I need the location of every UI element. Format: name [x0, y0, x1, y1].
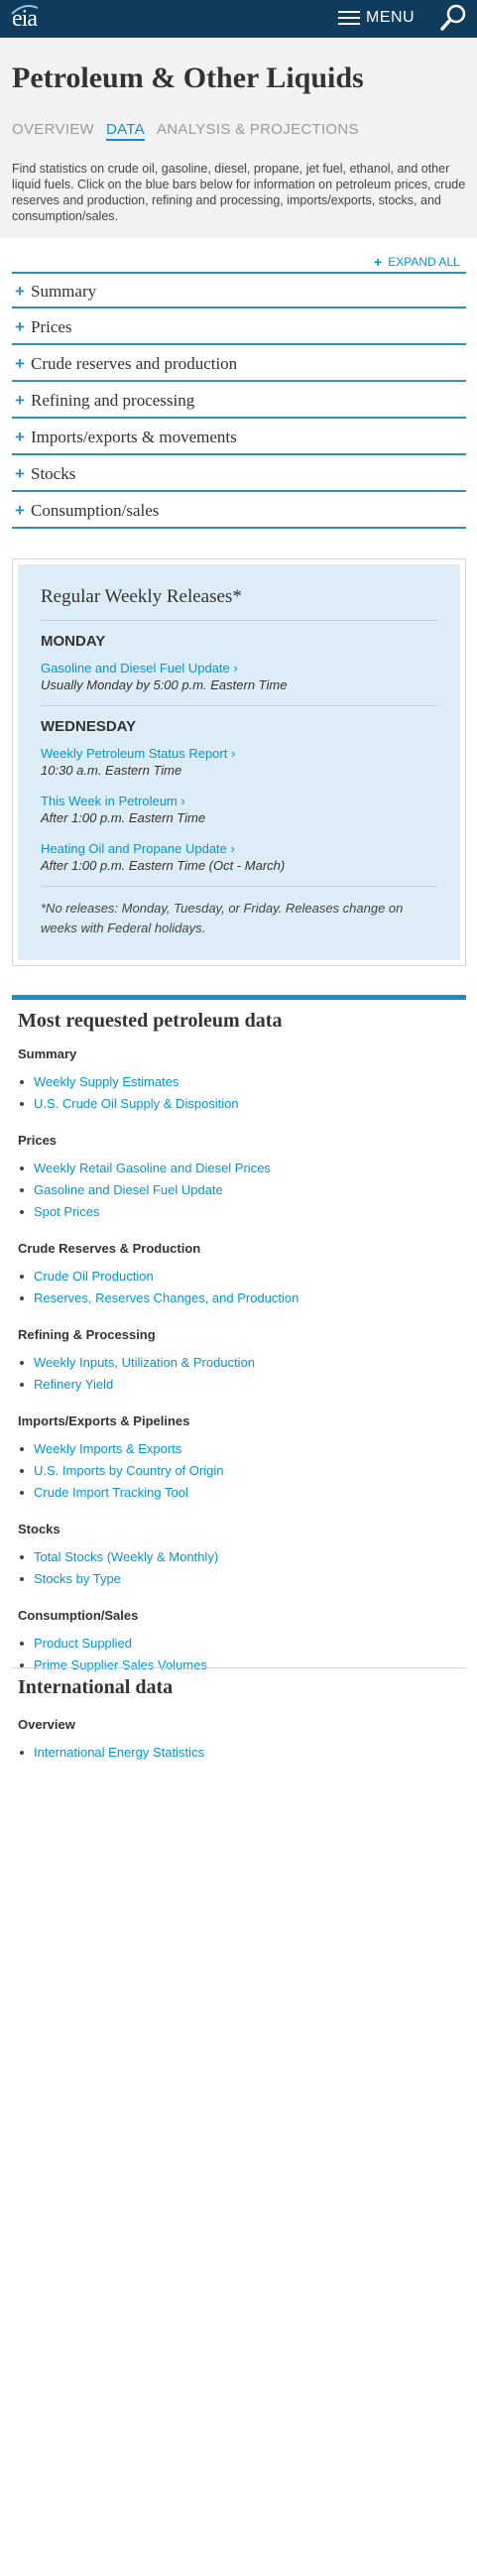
release-time: 10:30 a.m. Eastern Time	[41, 763, 182, 778]
data-link[interactable]: Weekly Inputs, Utilization & Production	[18, 1352, 464, 1374]
accordion-stocks[interactable]: + Stocks	[12, 455, 466, 492]
plus-icon: +	[15, 316, 25, 336]
data-link[interactable]: Spot Prices	[18, 1201, 464, 1223]
group-heading: Consumption/Sales	[18, 1608, 139, 1623]
data-link[interactable]: Total Stocks (Weekly & Monthly)	[18, 1546, 464, 1568]
accordion-consumption[interactable]: + Consumption/sales	[12, 492, 466, 529]
accordion-refining[interactable]: + Refining and processing	[12, 382, 466, 419]
data-link[interactable]: Weekly Imports & Exports	[18, 1438, 464, 1460]
release-time: After 1:00 p.m. Eastern Time	[41, 810, 206, 825]
topic-accordion: + Summary + Prices + Crude reserves and …	[12, 272, 466, 529]
weekly-releases-box: Regular Weekly Releases* MONDAY Gasoline…	[12, 558, 466, 966]
link-list: Weekly Supply Estimates U.S. Crude Oil S…	[18, 1071, 464, 1115]
data-link[interactable]: Stocks by Type	[18, 1568, 464, 1590]
menu-label: MENU	[366, 9, 416, 26]
most-requested-title: Most requested petroleum data	[18, 1010, 283, 1032]
accordion-label: Stocks	[31, 463, 76, 483]
menu-button[interactable]: MENU	[338, 9, 415, 27]
accordion-imports-exports[interactable]: + Imports/exports & movements	[12, 419, 466, 455]
releases-note: *No releases: Monday, Tuesday, or Friday…	[41, 901, 404, 935]
data-link[interactable]: U.S. Crude Oil Supply & Disposition	[18, 1093, 464, 1115]
link-list: International Energy Statistics	[18, 1742, 464, 1764]
data-link[interactable]: Reserves, Reserves Changes, and Producti…	[18, 1288, 464, 1309]
release-link[interactable]: This Week in Petroleum ›	[41, 793, 437, 809]
plus-icon: +	[15, 353, 25, 373]
day-heading: MONDAY	[41, 633, 106, 650]
link-list: Product Supplied Prime Supplier Sales Vo…	[18, 1633, 464, 1676]
link-list: Total Stocks (Weekly & Monthly) Stocks b…	[18, 1546, 464, 1590]
release-link[interactable]: Heating Oil and Propane Update ›	[41, 840, 437, 857]
divider	[41, 620, 437, 621]
page-title: Petroleum & Other Liquids	[12, 61, 364, 94]
accordion-summary[interactable]: + Summary	[12, 272, 466, 308]
release-time: After 1:00 p.m. Eastern Time (Oct - Marc…	[41, 858, 286, 873]
accordion-label: Prices	[31, 316, 72, 336]
accordion-label: Summary	[31, 281, 97, 301]
accordion-crude-reserves[interactable]: + Crude reserves and production	[12, 345, 466, 382]
intro-text: Find statistics on crude oil, gasoline, …	[12, 162, 466, 223]
release-link[interactable]: Gasoline and Diesel Fuel Update ›	[41, 660, 437, 676]
release-time: Usually Monday by 5:00 p.m. Eastern Time	[41, 677, 288, 692]
accordion-label: Consumption/sales	[31, 500, 160, 520]
accordion-label: Crude reserves and production	[31, 353, 238, 373]
group-heading: Prices	[18, 1133, 58, 1148]
group-heading: Refining & Processing	[18, 1327, 156, 1342]
data-link[interactable]: U.S. Imports by Country of Origin	[18, 1460, 464, 1482]
data-link[interactable]: Refinery Yield	[18, 1374, 464, 1396]
link-list: Weekly Retail Gasoline and Diesel Prices…	[18, 1158, 464, 1223]
data-link[interactable]: Prime Supplier Sales Volumes	[18, 1655, 464, 1676]
eia-logo[interactable]: eia	[11, 5, 39, 33]
tab-data[interactable]: DATA	[105, 121, 145, 141]
plus-icon: +	[15, 500, 25, 520]
data-link[interactable]: Weekly Retail Gasoline and Diesel Prices	[18, 1158, 464, 1179]
section-tabs: OVERVIEW DATA ANALYSIS & PROJECTIONS	[12, 121, 371, 141]
plus-icon: +	[15, 390, 25, 410]
group-heading: Summary	[18, 1046, 77, 1061]
data-link[interactable]: Crude Oil Production	[18, 1266, 464, 1288]
search-icon[interactable]	[436, 2, 470, 34]
expand-all-label: EXPAND ALL	[388, 255, 460, 269]
data-link[interactable]: Crude Import Tracking Tool	[18, 1482, 464, 1504]
weekly-releases-panel: Regular Weekly Releases* MONDAY Gasoline…	[18, 564, 460, 960]
accordion-label: Imports/exports & movements	[31, 427, 237, 446]
section-divider	[12, 1667, 466, 1668]
international-section: International data Overview Internationa…	[18, 1676, 464, 1764]
hamburger-icon	[338, 10, 360, 26]
expand-all-button[interactable]: + EXPAND ALL	[374, 254, 460, 270]
plus-icon: +	[15, 281, 25, 301]
data-link[interactable]: Weekly Supply Estimates	[18, 1071, 464, 1093]
logo-swoosh-icon	[11, 5, 39, 15]
link-list: Weekly Inputs, Utilization & Production …	[18, 1352, 464, 1396]
tab-overview[interactable]: OVERVIEW	[12, 121, 94, 141]
international-title: International data	[18, 1676, 174, 1698]
data-link[interactable]: Product Supplied	[18, 1633, 464, 1655]
link-list: Crude Oil Production Reserves, Reserves …	[18, 1266, 464, 1309]
group-heading: Imports/Exports & Pipelines	[18, 1413, 190, 1428]
section-divider-bar	[12, 995, 466, 1000]
weekly-releases-title: Regular Weekly Releases*	[41, 586, 242, 607]
divider	[41, 886, 437, 887]
data-link[interactable]: Gasoline and Diesel Fuel Update	[18, 1179, 464, 1201]
release-link[interactable]: Weekly Petroleum Status Report ›	[41, 745, 437, 762]
accordion-prices[interactable]: + Prices	[12, 308, 466, 345]
accordion-label: Refining and processing	[31, 390, 195, 410]
most-requested-section: Most requested petroleum data Summary We…	[18, 1010, 464, 1676]
top-nav-bar: eia MENU	[0, 0, 477, 38]
plus-icon: +	[15, 427, 25, 446]
link-list: Weekly Imports & Exports U.S. Imports by…	[18, 1438, 464, 1504]
plus-icon: +	[15, 463, 25, 483]
day-heading: WEDNESDAY	[41, 718, 137, 735]
group-heading: Stocks	[18, 1522, 60, 1536]
group-heading: Overview	[18, 1717, 75, 1732]
data-link[interactable]: International Energy Statistics	[18, 1742, 464, 1764]
plus-icon: +	[374, 254, 383, 270]
group-heading: Crude Reserves & Production	[18, 1241, 201, 1256]
tab-analysis-projections[interactable]: ANALYSIS & PROJECTIONS	[157, 121, 359, 141]
divider	[41, 705, 437, 706]
